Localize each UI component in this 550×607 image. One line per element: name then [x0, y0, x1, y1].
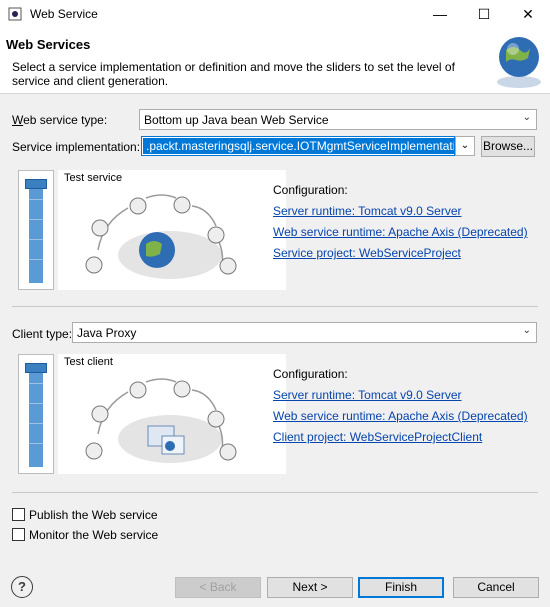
- service-project-link[interactable]: Service project: WebServiceProject: [273, 246, 461, 260]
- service-configuration-heading: Configuration:: [273, 183, 348, 197]
- separator: [12, 306, 538, 307]
- service-implementation-label: Service implementation:: [12, 140, 141, 154]
- maximize-button[interactable]: ☐: [462, 0, 506, 28]
- web-service-type-combo[interactable]: Bottom up Java bean Web Service ⌄: [139, 109, 537, 130]
- monitor-label: Monitor the Web service: [29, 528, 159, 542]
- help-icon[interactable]: ?: [11, 576, 33, 598]
- browse-button[interactable]: Browse...: [481, 136, 535, 157]
- client-server-runtime-link[interactable]: Server runtime: Tomcat v9.0 Server: [273, 388, 462, 402]
- client-level-slider[interactable]: [18, 354, 54, 474]
- slider-thumb[interactable]: [25, 363, 47, 373]
- cancel-button[interactable]: Cancel: [453, 577, 539, 598]
- service-lifecycle-diagram: [85, 194, 237, 279]
- client-configuration-heading: Configuration:: [273, 367, 348, 381]
- page-title: Web Services: [6, 37, 91, 52]
- web-service-globe-icon: [497, 37, 541, 88]
- client-lifecycle-diagram: [85, 378, 237, 463]
- publish-label: Publish the Web service: [29, 508, 158, 522]
- client-illustration: Test client: [58, 354, 286, 474]
- service-illustration: Test service: [58, 170, 286, 290]
- service-server-runtime-link[interactable]: Server runtime: Tomcat v9.0 Server: [273, 204, 462, 218]
- web-service-type-value: Bottom up Java bean Web Service: [144, 113, 329, 127]
- chevron-down-icon: ⌄: [522, 112, 531, 123]
- monitor-checkbox[interactable]: [12, 528, 25, 541]
- slider-track: [29, 179, 43, 283]
- page-description: Select a service implementation or defin…: [12, 60, 455, 88]
- service-implementation-value: .packt.masteringsqlj.service.IOTMgmtServ…: [143, 138, 454, 154]
- client-ws-runtime-link[interactable]: Web service runtime: Apache Axis (Deprec…: [273, 409, 528, 423]
- slider-track: [29, 363, 43, 467]
- publish-checkbox[interactable]: [12, 508, 25, 521]
- service-implementation-input[interactable]: .packt.masteringsqlj.service.IOTMgmtServ…: [141, 136, 455, 156]
- wizard-banner: Web Services Select a service implementa…: [0, 28, 550, 94]
- next-button[interactable]: Next >: [267, 577, 353, 598]
- finish-button[interactable]: Finish: [358, 577, 444, 598]
- chevron-down-icon: ⌄: [460, 140, 470, 151]
- web-service-type-label: Web service type:: [12, 113, 108, 127]
- chevron-down-icon: ⌄: [522, 325, 531, 336]
- service-implementation-dropdown[interactable]: ⌄: [455, 136, 475, 156]
- service-ws-runtime-link[interactable]: Web service runtime: Apache Axis (Deprec…: [273, 225, 528, 239]
- slider-thumb[interactable]: [25, 179, 47, 189]
- client-type-combo[interactable]: Java Proxy ⌄: [72, 322, 537, 343]
- close-button[interactable]: ✕: [506, 0, 550, 28]
- client-project-link[interactable]: Client project: WebServiceProjectClient: [273, 430, 482, 444]
- separator: [12, 492, 538, 493]
- window-title: Web Service: [30, 7, 98, 21]
- title-bar: Web Service — ☐ ✕: [0, 0, 550, 28]
- service-level-slider[interactable]: [18, 170, 54, 290]
- client-type-value: Java Proxy: [77, 326, 137, 340]
- eclipse-app-icon: [8, 7, 22, 21]
- minimize-button[interactable]: —: [418, 0, 462, 28]
- back-button[interactable]: < Back: [175, 577, 261, 598]
- client-type-label: Client type:: [12, 327, 73, 341]
